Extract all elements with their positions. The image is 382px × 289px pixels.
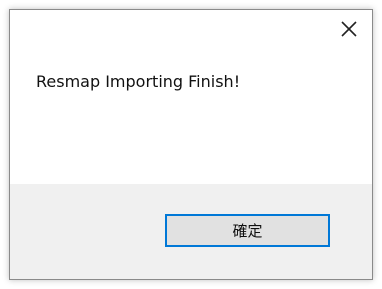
close-icon [341,21,357,37]
dialog-footer: 確定 [10,184,372,279]
close-button[interactable] [326,10,372,48]
dialog-message: Resmap Importing Finish! [36,72,241,91]
message-dialog: Resmap Importing Finish! 確定 [9,9,373,280]
ok-button[interactable]: 確定 [165,214,330,247]
title-bar [10,10,372,56]
